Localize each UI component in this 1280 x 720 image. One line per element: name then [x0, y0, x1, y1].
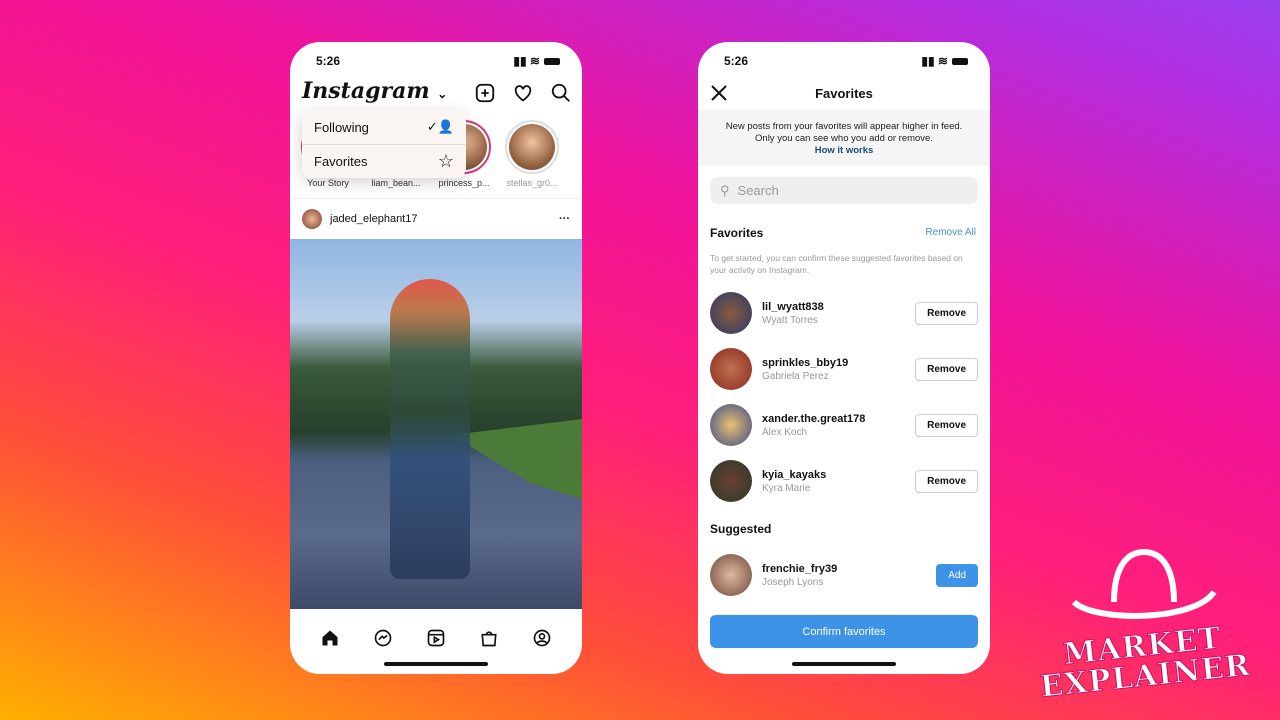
- avatar: [710, 554, 752, 596]
- signal-wifi-battery-icon: ▮▮ ≋: [513, 54, 560, 68]
- avatar: [710, 292, 752, 334]
- remove-button[interactable]: Remove: [915, 469, 978, 493]
- story-item[interactable]: stellas_gr0...: [502, 120, 562, 188]
- avatar: [710, 348, 752, 390]
- heart-icon[interactable]: [512, 82, 534, 104]
- search-input[interactable]: ⚲ Search: [710, 177, 978, 204]
- messenger-icon[interactable]: [373, 628, 393, 648]
- bottom-nav: [290, 628, 582, 648]
- feed-phone: 5:26 ▮▮ ≋ Instagram ⌄ Following ✓👤 Favorit…: [290, 42, 582, 674]
- favorite-row: sprinkles_bby19 Gabriela Perez Remove: [710, 347, 978, 391]
- avatar[interactable]: [302, 208, 322, 229]
- home-indicator: [792, 662, 896, 666]
- favorites-phone: 5:26 ▮▮ ≋ Favorites New posts from your f…: [698, 42, 990, 674]
- following-person-check-icon: ✓👤: [426, 119, 454, 134]
- star-icon: ☆: [437, 151, 454, 171]
- favorite-row: xander.the.great178 Alex Koch Remove: [710, 403, 978, 447]
- remove-button[interactable]: Remove: [915, 357, 978, 381]
- cowboy-hat-icon: [1071, 548, 1217, 619]
- menu-item-favorites[interactable]: Favorites ☆: [302, 144, 466, 178]
- remove-all-button[interactable]: Remove All: [925, 227, 976, 238]
- reels-icon[interactable]: [426, 628, 446, 648]
- favorite-row: kyia_kayaks Kyra Marie Remove: [710, 459, 978, 503]
- feed-dropdown-menu: Following ✓👤 Favorites ☆: [302, 110, 466, 178]
- page-title: Favorites: [815, 86, 873, 101]
- new-post-icon[interactable]: [474, 82, 496, 104]
- home-indicator: [384, 662, 488, 666]
- menu-item-following[interactable]: Following ✓👤: [302, 110, 466, 144]
- favorite-row: lil_wyatt838 Wyatt Torres Remove: [710, 291, 978, 335]
- suggested-row: frenchie_fry39 Joseph Lyons Add: [710, 553, 978, 597]
- status-bar: 5:26 ▮▮ ≋: [316, 54, 560, 68]
- instagram-logo[interactable]: Instagram ⌄: [302, 78, 447, 104]
- add-button[interactable]: Add: [936, 563, 978, 587]
- remove-button[interactable]: Remove: [915, 301, 978, 325]
- hint-text: To get started, you can confirm these su…: [710, 253, 963, 275]
- search-icon[interactable]: [550, 82, 572, 104]
- confirm-favorites-button[interactable]: Confirm favorites: [710, 614, 978, 648]
- favorites-heading: Favorites: [710, 226, 764, 240]
- info-banner: New posts from your favorites will appea…: [698, 110, 990, 166]
- avatar: [710, 460, 752, 502]
- post-username[interactable]: jaded_elephant17: [330, 213, 417, 225]
- suggested-heading: Suggested: [710, 522, 772, 536]
- home-icon[interactable]: [320, 628, 340, 648]
- post-image[interactable]: [290, 239, 582, 609]
- signal-wifi-battery-icon: ▮▮ ≋: [921, 54, 968, 68]
- how-it-works-link[interactable]: How it works: [698, 145, 990, 157]
- market-explainer-logo: MARKET EXPLAINER: [1014, 542, 1274, 712]
- remove-button[interactable]: Remove: [915, 413, 978, 437]
- avatar: [710, 404, 752, 446]
- post-header: jaded_elephant17 ···: [290, 198, 582, 238]
- search-icon: ⚲: [720, 182, 730, 198]
- profile-icon[interactable]: [532, 628, 552, 648]
- shop-icon[interactable]: [479, 628, 499, 648]
- status-bar: 5:26 ▮▮ ≋: [724, 54, 968, 68]
- more-options-icon[interactable]: ···: [559, 213, 570, 225]
- chevron-down-icon: ⌄: [437, 87, 448, 101]
